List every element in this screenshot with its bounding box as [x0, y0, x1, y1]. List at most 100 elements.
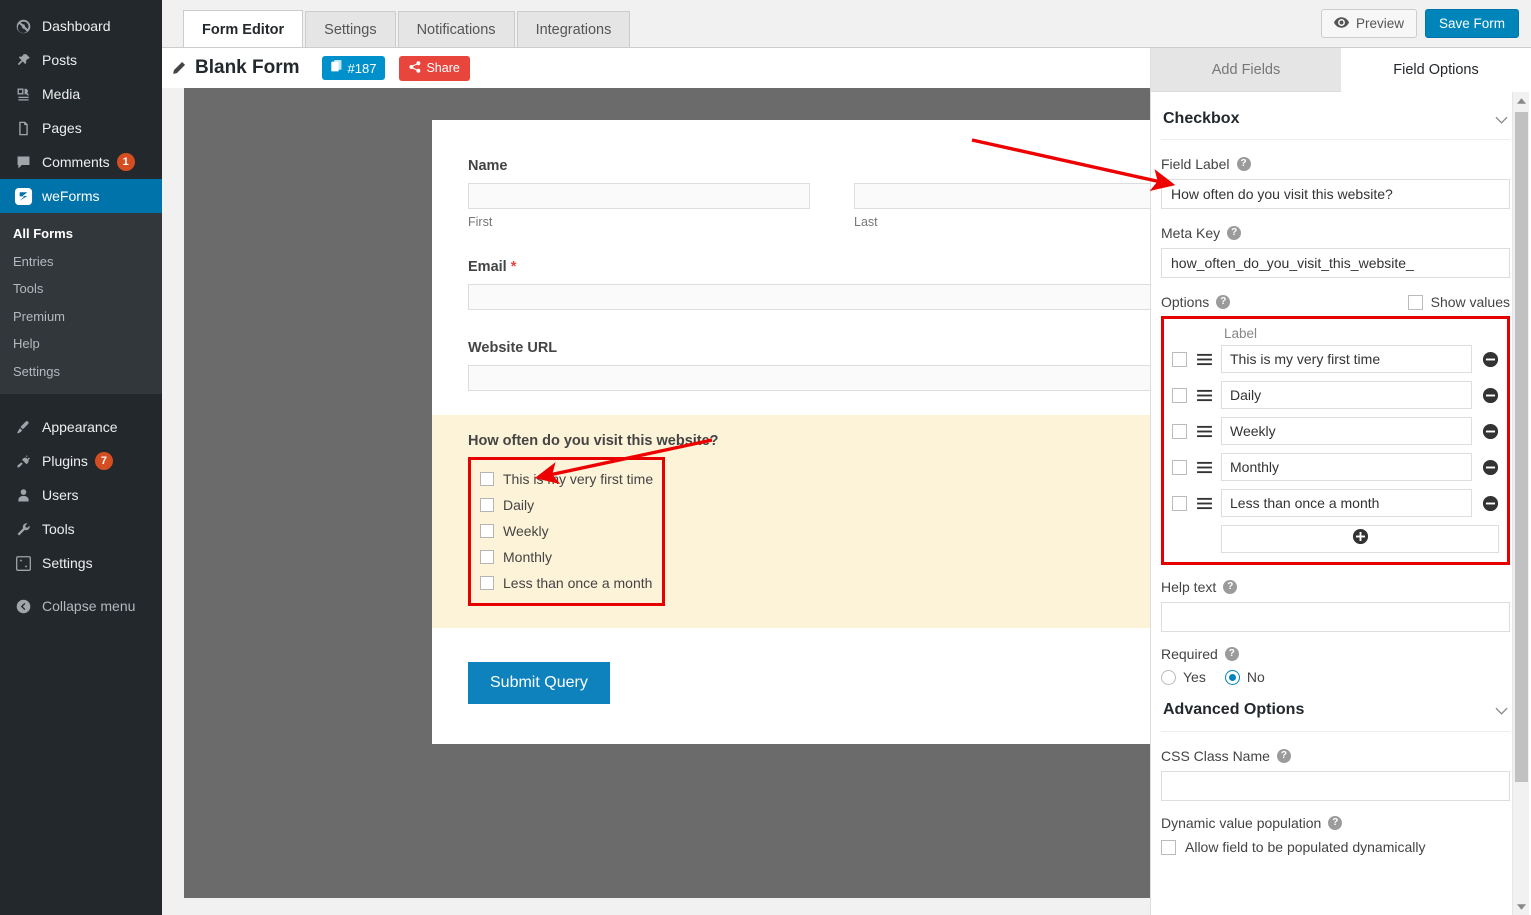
- tab-field-options[interactable]: Field Options: [1341, 48, 1531, 92]
- field-label-input[interactable]: [1161, 179, 1510, 209]
- tab-notifications[interactable]: Notifications: [398, 11, 515, 48]
- save-form-button[interactable]: Save Form: [1425, 9, 1519, 38]
- minus-circle-icon[interactable]: [1482, 495, 1499, 512]
- radio-no[interactable]: [1225, 670, 1240, 685]
- form-id-chip[interactable]: #187: [322, 56, 386, 80]
- help-icon[interactable]: ?: [1328, 816, 1342, 830]
- name-last-input[interactable]: [854, 183, 1196, 209]
- panel-scrollbar[interactable]: [1512, 92, 1529, 915]
- name-first-sublabel: First: [468, 215, 810, 229]
- checkbox-box[interactable]: [480, 524, 494, 538]
- option-label-input[interactable]: [1221, 381, 1472, 409]
- help-icon[interactable]: ?: [1225, 647, 1239, 661]
- checkbox-box[interactable]: [480, 472, 494, 486]
- submenu-item-premium[interactable]: Premium: [0, 303, 162, 331]
- option-default-checkbox[interactable]: [1172, 424, 1187, 439]
- scroll-down-arrow-icon[interactable]: [1513, 898, 1530, 915]
- scrollbar-thumb[interactable]: [1515, 112, 1528, 782]
- minus-circle-icon[interactable]: [1482, 387, 1499, 404]
- dynamic-checkbox-row[interactable]: Allow field to be populated dynamically: [1161, 839, 1510, 855]
- drag-handle-icon[interactable]: [1196, 497, 1214, 510]
- chevron-down-icon[interactable]: [1495, 112, 1508, 127]
- sidebar-item-plugins[interactable]: Plugins 7: [0, 444, 162, 478]
- drag-handle-icon[interactable]: [1196, 389, 1214, 402]
- tab-add-fields[interactable]: Add Fields: [1151, 48, 1341, 92]
- sidebar-item-weforms[interactable]: weForms: [0, 179, 162, 213]
- email-input[interactable]: [468, 284, 1162, 310]
- chevron-down-icon[interactable]: [1495, 703, 1508, 718]
- tab-form-editor[interactable]: Form Editor: [183, 10, 303, 48]
- pencil-icon[interactable]: [170, 60, 187, 77]
- option-label-input[interactable]: [1221, 417, 1472, 445]
- share-button[interactable]: Share: [399, 56, 469, 81]
- required-no-option[interactable]: No: [1225, 669, 1265, 685]
- pages-icon: [13, 118, 33, 138]
- submenu-item-help[interactable]: Help: [0, 330, 162, 358]
- website-url-input[interactable]: [468, 365, 1162, 391]
- minus-circle-icon[interactable]: [1482, 459, 1499, 476]
- sidebar-item-label: Settings: [42, 556, 93, 570]
- option-label-input[interactable]: [1221, 489, 1472, 517]
- show-values-toggle[interactable]: Show values: [1408, 294, 1510, 310]
- checkbox-option-row[interactable]: Monthly: [480, 544, 653, 570]
- sidebar-item-posts[interactable]: Posts: [0, 43, 162, 77]
- sidebar-item-pages[interactable]: Pages: [0, 111, 162, 145]
- checkbox-option-row[interactable]: Weekly: [480, 518, 653, 544]
- sidebar-item-users[interactable]: Users: [0, 478, 162, 512]
- help-icon[interactable]: ?: [1227, 226, 1241, 240]
- show-values-checkbox[interactable]: [1408, 295, 1423, 310]
- dynamic-populate-checkbox[interactable]: [1161, 840, 1176, 855]
- meta-key-input[interactable]: [1161, 248, 1510, 278]
- checkbox-box[interactable]: [480, 550, 494, 564]
- option-label-input[interactable]: [1221, 453, 1472, 481]
- radio-yes[interactable]: [1161, 670, 1176, 685]
- checkbox-section-header[interactable]: Checkbox: [1161, 92, 1510, 140]
- tab-settings[interactable]: Settings: [305, 11, 395, 48]
- scroll-up-arrow-icon[interactable]: [1513, 92, 1530, 109]
- help-icon[interactable]: ?: [1216, 295, 1230, 309]
- option-default-checkbox[interactable]: [1172, 460, 1187, 475]
- name-first-input[interactable]: [468, 183, 810, 209]
- checkbox-box[interactable]: [480, 576, 494, 590]
- checkbox-option-row[interactable]: Daily: [480, 492, 653, 518]
- submenu-label: Premium: [13, 309, 65, 324]
- sidebar-item-settings[interactable]: Settings: [0, 546, 162, 580]
- submenu-item-settings[interactable]: Settings: [0, 358, 162, 386]
- css-class-input[interactable]: [1161, 771, 1510, 801]
- checkbox-box[interactable]: [480, 498, 494, 512]
- submenu-item-entries[interactable]: Entries: [0, 248, 162, 276]
- collapse-menu-button[interactable]: Collapse menu: [0, 589, 162, 623]
- preview-button[interactable]: Preview: [1321, 9, 1417, 38]
- minus-circle-icon[interactable]: [1482, 423, 1499, 440]
- minus-circle-icon[interactable]: [1482, 351, 1499, 368]
- help-text-input[interactable]: [1161, 602, 1510, 632]
- add-option-button[interactable]: [1221, 525, 1499, 553]
- advanced-options-header[interactable]: Advanced Options: [1161, 685, 1510, 732]
- help-icon[interactable]: ?: [1277, 749, 1291, 763]
- option-default-checkbox[interactable]: [1172, 496, 1187, 511]
- drag-handle-icon[interactable]: [1196, 425, 1214, 438]
- option-label-input[interactable]: [1221, 345, 1472, 373]
- checkbox-option-row[interactable]: This is my very first time: [480, 466, 653, 492]
- tab-integrations[interactable]: Integrations: [517, 11, 631, 48]
- sidebar-item-appearance[interactable]: Appearance: [0, 410, 162, 444]
- comment-icon: [13, 152, 33, 172]
- section-title: Checkbox: [1163, 110, 1239, 128]
- preview-field-checkbox-active[interactable]: How often do you visit this website? Thi…: [432, 415, 1232, 628]
- sidebar-item-dashboard[interactable]: Dashboard: [0, 9, 162, 43]
- drag-handle-icon[interactable]: [1196, 461, 1214, 474]
- sidebar-item-comments[interactable]: Comments 1: [0, 145, 162, 179]
- submenu-item-tools[interactable]: Tools: [0, 275, 162, 303]
- submenu-item-all-forms[interactable]: All Forms: [0, 220, 162, 248]
- checkbox-option-row[interactable]: Less than once a month: [480, 570, 653, 596]
- sidebar-item-media[interactable]: Media: [0, 77, 162, 111]
- option-default-checkbox[interactable]: [1172, 352, 1187, 367]
- help-icon[interactable]: ?: [1237, 157, 1251, 171]
- option-default-checkbox[interactable]: [1172, 388, 1187, 403]
- drag-handle-icon[interactable]: [1196, 353, 1214, 366]
- required-yes-option[interactable]: Yes: [1161, 669, 1206, 685]
- submit-query-button[interactable]: Submit Query: [468, 662, 610, 704]
- sidebar-item-tools[interactable]: Tools: [0, 512, 162, 546]
- help-icon[interactable]: ?: [1223, 580, 1237, 594]
- panel-tab-label: Add Fields: [1212, 62, 1281, 78]
